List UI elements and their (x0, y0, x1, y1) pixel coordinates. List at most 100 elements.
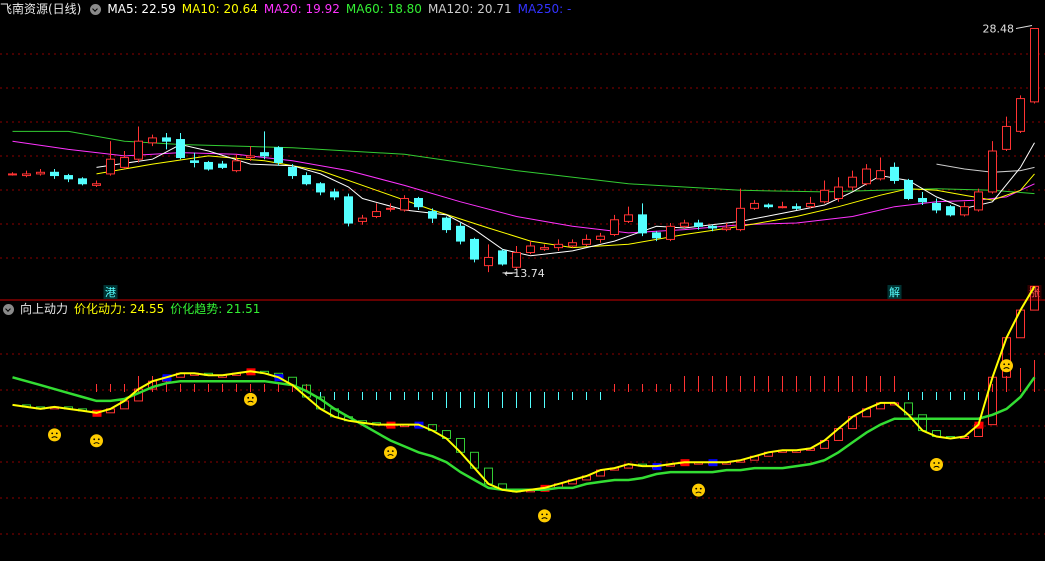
candle-body (946, 206, 955, 216)
candle-body (778, 206, 787, 209)
candle-body (176, 139, 185, 159)
trend-label: 价化趋势: 21.51 (170, 302, 261, 316)
candle-body (764, 204, 773, 208)
candle-body (64, 175, 73, 180)
candle-body (680, 222, 689, 227)
candle-body (526, 245, 535, 254)
candle-body (498, 250, 507, 265)
candle-body (554, 243, 563, 249)
candle-body (400, 197, 409, 211)
indicator-title: 向上动力 (20, 302, 69, 316)
dynamic-label: 价化动力: 24.55 (74, 302, 165, 316)
sad-face-eye (937, 462, 940, 464)
candle-body (610, 219, 619, 236)
candle-body (876, 170, 885, 180)
sad-face-eye (387, 450, 390, 453)
candle-body (974, 191, 983, 211)
candle-body (218, 163, 227, 168)
candle-body (344, 196, 353, 224)
candle-body (106, 158, 115, 175)
ma20-label: MA20: 19.92 (263, 2, 340, 16)
high-pointer (1015, 25, 1033, 30)
chart-stage: 28.48 ←13.74 港解涨 飞南资源(日线) MA5: 22.59 MA10:… (0, 0, 1045, 557)
candle-body (260, 152, 269, 157)
candle-body (330, 191, 339, 198)
candle-body (1016, 98, 1025, 132)
candle-body (750, 202, 759, 209)
candle-body (78, 178, 87, 185)
candle-body (92, 183, 101, 186)
candle-body (162, 137, 171, 142)
candle-body (834, 186, 843, 199)
sad-face-eye (93, 438, 96, 441)
sad-face-eye (933, 462, 936, 464)
event-marker: 港 (105, 286, 116, 299)
sad-face-icon (384, 446, 397, 460)
sad-face-icon (48, 428, 61, 442)
ma5-label: MA5: 22.59 (107, 2, 176, 16)
ma10-label: MA10: 20.64 (181, 2, 258, 16)
candle-body (204, 161, 213, 170)
candle-body (624, 214, 633, 222)
sad-face-icon (692, 483, 705, 497)
candle-body (274, 147, 283, 163)
candle-body (848, 176, 857, 188)
candle-body (736, 207, 745, 231)
sad-face-eye (247, 396, 250, 399)
candle-body (120, 157, 129, 168)
candle-body (386, 207, 395, 210)
candle-body (932, 202, 941, 211)
candle-body (484, 256, 493, 267)
price-panel-header: 飞南资源(日线) MA5: 22.59 MA10: 20.64 MA20: 19… (0, 0, 577, 18)
chevron-down-icon[interactable] (90, 3, 102, 15)
sad-face-eye (541, 513, 544, 516)
candle-body (302, 175, 311, 185)
candle-body (470, 238, 479, 260)
low-price-label: ←13.74 (504, 267, 545, 280)
sad-face-eye (699, 487, 702, 490)
candle-body (232, 160, 241, 172)
sad-face-icon (90, 434, 103, 448)
candle-body (988, 150, 997, 193)
ma5-line (96, 142, 1035, 257)
candle-body (694, 222, 703, 227)
candle-body (512, 252, 521, 268)
candle-body (722, 227, 731, 231)
sad-face-eye (55, 432, 58, 435)
candle-body (960, 206, 969, 216)
candle-body (22, 173, 31, 177)
candle-body (540, 247, 549, 250)
chevron-down-icon[interactable] (3, 303, 14, 315)
candle-body (36, 171, 45, 175)
sad-face-eye (97, 438, 100, 441)
event-marker: 解 (889, 285, 900, 299)
candle-body (372, 211, 381, 217)
candle-body (568, 242, 577, 247)
sad-face-icon (244, 392, 257, 406)
candle-body (638, 214, 647, 234)
candle-body (414, 197, 423, 208)
candle-body (652, 232, 661, 239)
candle-body (792, 206, 801, 209)
candle-body (582, 238, 591, 245)
sad-face-eye (1003, 363, 1006, 366)
sad-face-eye (51, 432, 54, 435)
candle-body (428, 211, 437, 219)
high-price-label: 28.48 (983, 23, 1015, 36)
candle-body (148, 137, 157, 144)
ma250-label: MA250: - (517, 2, 572, 16)
kline-chart: 28.48←13.74港解涨 (0, 23, 1045, 535)
sad-face-eye (1007, 363, 1010, 366)
candle-body (1030, 28, 1039, 103)
candle-body (8, 173, 17, 176)
candle-body (134, 140, 143, 160)
sad-face-icon (1000, 359, 1013, 373)
sad-face-eye (545, 513, 548, 516)
trend-line (12, 376, 1036, 492)
sad-face-eye (391, 450, 394, 453)
candle-body (316, 183, 325, 193)
candle-body (596, 235, 605, 240)
candle-body (246, 155, 255, 159)
candle-body (190, 160, 199, 163)
ma60-label: MA60: 18.80 (345, 2, 422, 16)
